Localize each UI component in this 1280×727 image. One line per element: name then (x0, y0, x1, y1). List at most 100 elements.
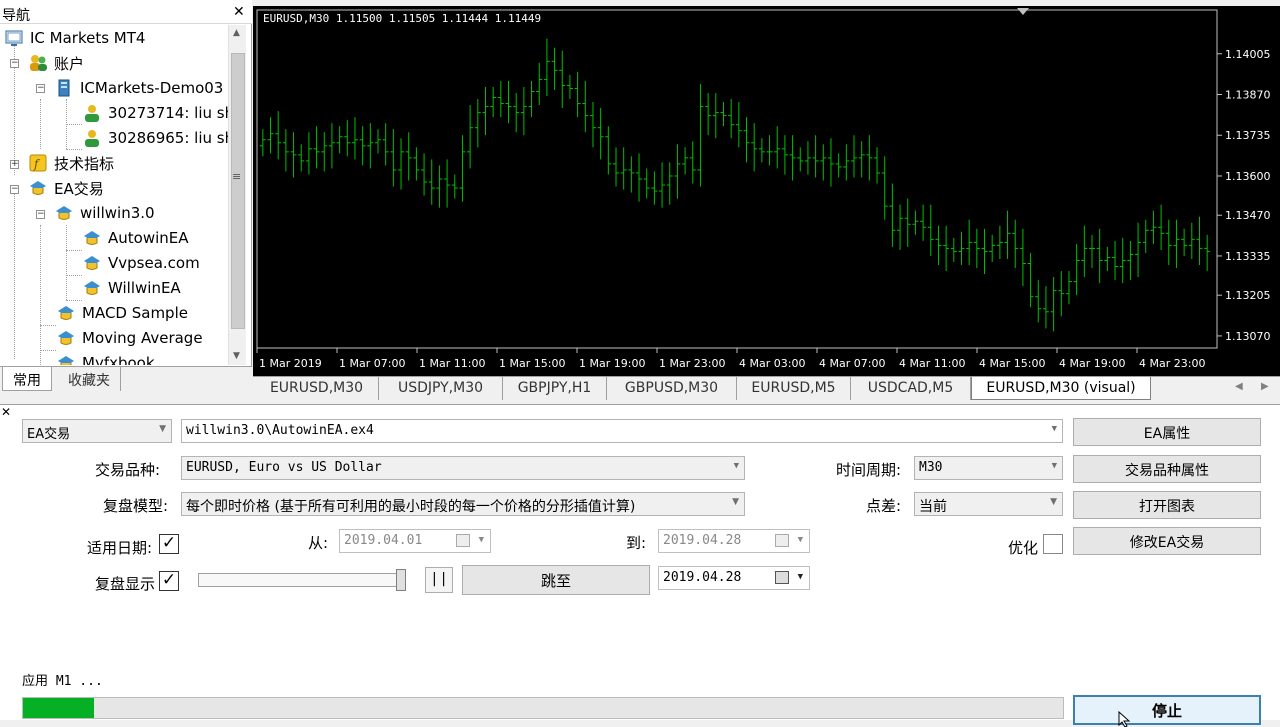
chart-tab[interactable]: EURUSD,M30 (255, 377, 379, 400)
ohlc-bar (943, 225, 950, 272)
tab-scroll-left-icon[interactable]: ◀ (1235, 381, 1243, 392)
tree-node-label: ICMarkets-Demo03 (80, 79, 224, 97)
pause-button[interactable]: | | (425, 567, 453, 593)
tree-collapse-toggle[interactable]: − (10, 185, 19, 194)
tree-node-terminal[interactable]: IC Markets MT4 (4, 27, 145, 49)
ohlc-bar (1181, 228, 1188, 256)
from-date-input[interactable]: 2019.04.01 ▼ (339, 529, 491, 553)
user-icon (85, 105, 99, 122)
tree-node-ea[interactable]: Moving Average (56, 327, 203, 349)
ohlc-bar (321, 132, 328, 172)
ohlc-bar (720, 102, 727, 127)
ohlc-bar (474, 99, 481, 148)
tree-node-indicators[interactable]: f 技术指标 (28, 152, 114, 174)
ohlc-bar (398, 138, 405, 190)
ohlc-bar (566, 74, 573, 100)
navigator-scrollbar[interactable]: ▲ ≡ ▼ (228, 25, 246, 365)
ohlc-bar (1135, 222, 1142, 278)
ohlc-bar (1012, 219, 1019, 269)
tree-node-ea[interactable]: Vvpsea.com (82, 252, 200, 274)
ohlc-bar (1019, 228, 1026, 287)
tree-collapse-toggle[interactable]: − (36, 210, 45, 219)
ohlc-bar (835, 153, 842, 178)
grip-icon: ≡ (232, 170, 242, 183)
chart-window[interactable]: 1.14005 1.13870 1.13735 1.13600 1.13470 1.133… (253, 6, 1280, 376)
optimize-checkbox[interactable] (1043, 534, 1063, 554)
ohlc-bar (881, 156, 888, 220)
chart-tab[interactable]: EURUSD,M5 (737, 377, 851, 400)
ohlc-bar (444, 159, 451, 208)
tab-common[interactable]: 常用 (2, 367, 52, 391)
ohlc-bar (996, 225, 1003, 259)
tree-node-accounts[interactable]: 账户 (28, 52, 84, 74)
tree-collapse-toggle[interactable]: − (36, 84, 45, 93)
ohlc-bar (1004, 210, 1011, 259)
ohlc-bar (428, 159, 435, 205)
ohlc-bar (1188, 222, 1195, 259)
tree-expand-toggle[interactable]: + (10, 160, 19, 169)
visual-mode-checkbox[interactable]: ✓ (159, 571, 179, 591)
stop-button[interactable]: 停止 (1073, 695, 1261, 725)
chart-tab[interactable]: GBPJPY,H1 (503, 377, 607, 400)
calendar-icon[interactable] (775, 571, 789, 584)
chart-tab[interactable]: USDCAD,M5 (851, 377, 971, 400)
speed-slider-track[interactable] (198, 573, 406, 587)
ohlc-bar (505, 80, 512, 124)
ohlc-bar (305, 132, 312, 175)
navigator-title: 导航 (2, 8, 30, 24)
tree-node-ea[interactable]: AutowinEA (82, 227, 189, 249)
tree-line (66, 300, 82, 301)
ohlc-bar (597, 108, 604, 160)
scroll-up-icon[interactable]: ▲ (233, 28, 240, 38)
modify-ea-button[interactable]: 修改EA交易 (1073, 527, 1261, 555)
navigator-close-button[interactable]: ✕ (233, 4, 245, 20)
ohlc-bar (1142, 219, 1149, 253)
jump-date-input[interactable]: 2019.04.28 ▼ (658, 566, 810, 590)
use-date-checkbox[interactable]: ✓ (159, 534, 179, 554)
ohlc-bar (812, 135, 819, 178)
ohlc-bar (958, 231, 965, 266)
price-chart[interactable]: 1.14005 1.13870 1.13735 1.13600 1.13470 1.133… (253, 6, 1280, 376)
period-select[interactable]: M30 ▼ (914, 456, 1063, 480)
open-chart-button[interactable]: 打开图表 (1073, 491, 1261, 519)
model-select[interactable]: 每个即时价格 (基于所有可利用的最小时段的每一个价格的分形插值计算) ▼ (181, 492, 745, 516)
symbol-properties-button[interactable]: 交易品种属性 (1073, 455, 1261, 483)
ohlc-bar (467, 105, 474, 169)
tree-node-account[interactable]: 30286965: liu sh (82, 127, 228, 149)
calendar-icon[interactable] (456, 534, 470, 547)
tab-scroll-right-icon[interactable]: ▶ (1261, 381, 1269, 392)
chart-tab[interactable]: USDJPY,M30 (379, 377, 503, 400)
chart-info-label: EURUSD,M30 1.11500 1.11505 1.11444 1.114… (263, 12, 542, 25)
tree-node-ea[interactable]: MACD Sample (56, 302, 188, 324)
tree-node-label: AutowinEA (108, 229, 189, 247)
chart-tab[interactable]: GBPUSD,M30 (607, 377, 737, 400)
calendar-icon[interactable] (775, 534, 789, 547)
jump-to-button[interactable]: 跳至 (462, 565, 650, 595)
spread-select[interactable]: 当前 ▼ (914, 492, 1063, 516)
tree-collapse-toggle[interactable]: − (10, 59, 19, 68)
to-date-input[interactable]: 2019.04.28 ▼ (658, 529, 810, 553)
period-label: 时间周期: (836, 461, 902, 479)
tree-node-expert-advisors[interactable]: EA交易 (28, 177, 104, 199)
tree-node-account[interactable]: 30273714: liu sh (82, 102, 228, 124)
chart-tab-active[interactable]: EURUSD,M30 (visual) (971, 377, 1151, 400)
speed-slider-thumb[interactable] (396, 569, 406, 591)
tree-node-ea[interactable]: Myfxbook (56, 352, 155, 365)
tree-node-server[interactable]: ICMarkets-Demo03 (54, 77, 223, 99)
ea-properties-button[interactable]: EA属性 (1073, 418, 1261, 446)
tester-type-select[interactable]: EA交易 ▼ (22, 419, 172, 443)
test-progress-fill (23, 698, 94, 718)
expert-advisor-icon (30, 181, 46, 195)
ohlc-bar (1158, 204, 1165, 250)
ea-select[interactable]: willwin3.0\AutowinEA.ex4 ▼ (181, 419, 1063, 443)
scroll-down-icon[interactable]: ▼ (233, 351, 240, 361)
scrollbar-thumb[interactable] (231, 53, 245, 329)
server-icon (58, 79, 70, 97)
symbol-select[interactable]: EURUSD, Euro vs US Dollar ▼ (181, 456, 745, 480)
tree-node-label: IC Markets MT4 (30, 29, 146, 47)
ohlc-bar (1081, 225, 1088, 278)
tester-close-button[interactable]: ✕ (1, 405, 11, 419)
tree-node-ea[interactable]: WillwinEA (82, 277, 181, 299)
tab-favorites[interactable]: 收藏夹 (58, 367, 121, 391)
tree-node-ea-folder[interactable]: willwin3.0 (54, 202, 155, 224)
